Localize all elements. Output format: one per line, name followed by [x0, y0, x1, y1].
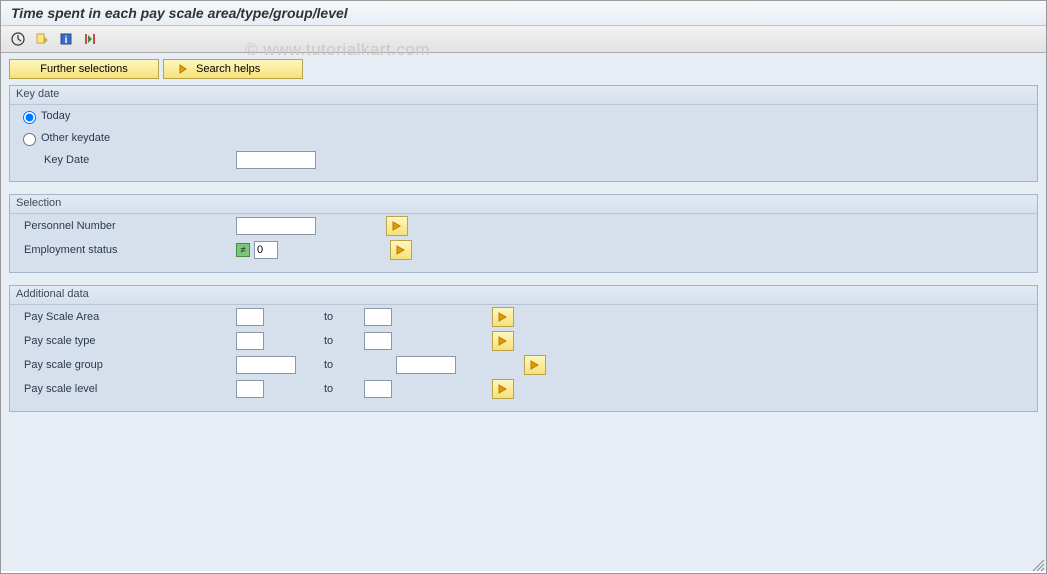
- table-row: Pay scale level to: [10, 377, 1037, 401]
- arrow-right-icon: [529, 359, 541, 371]
- further-selections-label: Further selections: [40, 63, 127, 75]
- arrow-right-icon: [178, 63, 190, 75]
- keydate-group: Key date Today Other keydate Key Date: [9, 85, 1038, 182]
- personnel-number-multi-button[interactable]: [386, 216, 408, 236]
- today-label: Today: [41, 110, 70, 122]
- keydate-field-label: Key Date: [16, 154, 236, 166]
- page-title: Time spent in each pay scale area/type/g…: [1, 1, 1046, 26]
- employment-status-label: Employment status: [16, 244, 236, 256]
- arrow-right-icon: [391, 220, 403, 232]
- pay-scale-level-from[interactable]: [236, 380, 264, 398]
- search-helps-label: Search helps: [196, 63, 260, 75]
- not-equal-icon[interactable]: ≠: [236, 243, 250, 257]
- execute-icon[interactable]: [9, 30, 27, 48]
- pay-scale-area-multi-button[interactable]: [492, 307, 514, 327]
- to-label: to: [264, 311, 364, 323]
- table-row: Pay scale group to: [10, 353, 1037, 377]
- employment-status-multi-button[interactable]: [390, 240, 412, 260]
- to-label: to: [296, 359, 396, 371]
- pay-scale-level-label: Pay scale level: [16, 383, 236, 395]
- table-row: Pay Scale Area to: [10, 305, 1037, 329]
- resize-handle-icon: [1031, 558, 1045, 572]
- today-radio[interactable]: [23, 111, 36, 124]
- keydate-input[interactable]: [236, 151, 316, 169]
- pay-scale-group-label: Pay scale group: [16, 359, 236, 371]
- search-helps-button[interactable]: Search helps: [163, 59, 303, 79]
- svg-text:i: i: [65, 35, 68, 46]
- selection-group: Selection Personnel Number Employment st…: [9, 194, 1038, 273]
- arrow-right-icon: [497, 311, 509, 323]
- pay-scale-group-from[interactable]: [236, 356, 296, 374]
- pay-scale-level-to[interactable]: [364, 380, 392, 398]
- personnel-number-input[interactable]: [236, 217, 316, 235]
- arrow-right-icon: [497, 335, 509, 347]
- additional-title: Additional data: [10, 286, 1037, 305]
- employment-status-input[interactable]: [254, 241, 278, 259]
- table-row: Pay scale type to: [10, 329, 1037, 353]
- pay-scale-area-from[interactable]: [236, 308, 264, 326]
- pay-scale-type-from[interactable]: [236, 332, 264, 350]
- pay-scale-type-to[interactable]: [364, 332, 392, 350]
- main-toolbar: i: [1, 26, 1046, 53]
- pay-scale-group-multi-button[interactable]: [524, 355, 546, 375]
- info-icon[interactable]: i: [57, 30, 75, 48]
- pay-scale-type-label: Pay scale type: [16, 335, 236, 347]
- to-label: to: [264, 335, 364, 347]
- pay-scale-type-multi-button[interactable]: [492, 331, 514, 351]
- content-area: Further selections Search helps Key date…: [1, 53, 1046, 571]
- additional-group: Additional data Pay Scale Area to Pay sc…: [9, 285, 1038, 412]
- keydate-title: Key date: [10, 86, 1037, 105]
- other-keydate-label: Other keydate: [41, 132, 110, 144]
- to-label: to: [264, 383, 364, 395]
- pay-scale-area-label: Pay Scale Area: [16, 311, 236, 323]
- variant-icon[interactable]: [33, 30, 51, 48]
- arrow-right-icon: [497, 383, 509, 395]
- collapse-icon[interactable]: [81, 30, 99, 48]
- personnel-number-label: Personnel Number: [16, 220, 236, 232]
- arrow-right-icon: [395, 244, 407, 256]
- selection-title: Selection: [10, 195, 1037, 214]
- pay-scale-area-to[interactable]: [364, 308, 392, 326]
- further-selections-button[interactable]: Further selections: [9, 59, 159, 79]
- pay-scale-group-to[interactable]: [396, 356, 456, 374]
- other-keydate-radio[interactable]: [23, 133, 36, 146]
- pay-scale-level-multi-button[interactable]: [492, 379, 514, 399]
